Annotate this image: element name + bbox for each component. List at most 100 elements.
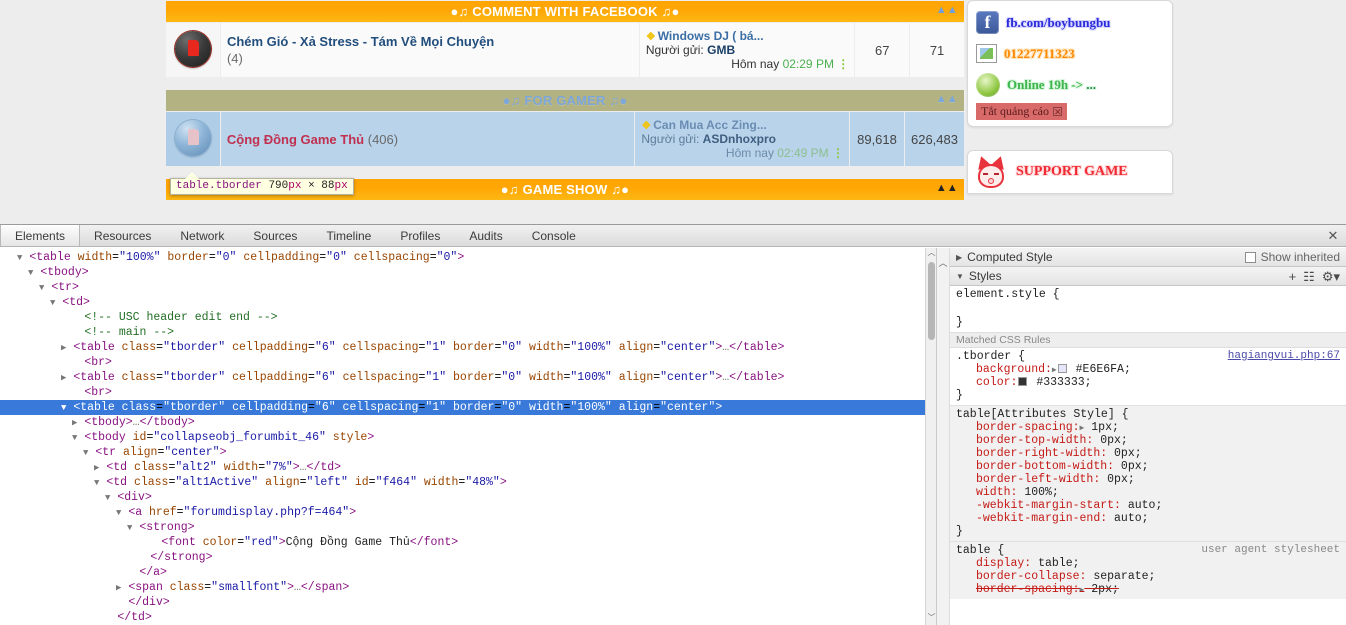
element-style-rule[interactable]: element.style { } <box>950 286 1346 332</box>
css-source-link[interactable]: hagiangvui.php:67 <box>1228 350 1340 362</box>
tab-timeline[interactable]: Timeline <box>312 225 386 246</box>
css-value[interactable]: separate; <box>1086 570 1155 583</box>
dom-node[interactable]: ▼ <table width="100%" border="0" cellpad… <box>0 250 936 265</box>
css-property[interactable]: border-top-width: 0px; <box>956 434 1340 447</box>
css-value[interactable]: table; <box>1031 557 1079 570</box>
dom-node[interactable]: ▶ </a> <box>0 565 936 580</box>
dom-node[interactable]: ▼ <div> <box>0 490 936 505</box>
css-value[interactable]: auto; <box>1121 499 1163 512</box>
forum-icon-unread-dark[interactable] <box>174 30 211 67</box>
css-property[interactable]: border-spacing:▶ 2px; <box>956 583 1340 596</box>
styles-section-header[interactable]: ▼ Styles + ☷ ⚙▾ <box>950 267 1346 286</box>
twisty-icon[interactable]: ▶ <box>116 583 121 593</box>
twisty-icon[interactable]: ▼ <box>39 283 44 293</box>
collapse-chevron-icon[interactable]: ▲▲ <box>936 91 958 108</box>
lastpost-poster-name[interactable]: ASDnhoxpro <box>703 132 776 146</box>
css-value[interactable]: #E6E6FA; <box>1069 363 1131 376</box>
dom-node[interactable]: ▼ <tbody id="collapseobj_forumbit_46" st… <box>0 430 936 445</box>
css-rule-block[interactable]: hagiangvui.php:67 .tborder {background:▶ … <box>950 348 1346 405</box>
dom-node[interactable]: ▶ </strong> <box>0 550 936 565</box>
tab-sources[interactable]: Sources <box>239 225 312 246</box>
lastpost-goto-icon[interactable]: ⋮ <box>837 57 849 71</box>
css-property[interactable]: display: table; <box>956 557 1340 570</box>
css-property[interactable]: border-bottom-width: 0px; <box>956 460 1340 473</box>
css-property[interactable]: -webkit-margin-end: auto; <box>956 512 1340 525</box>
twisty-icon[interactable]: ▼ <box>17 253 22 263</box>
forum-link[interactable]: Cộng Đồng Game Thủ (406) <box>227 131 628 148</box>
dom-node[interactable]: ▼ <tr> <box>0 280 936 295</box>
scrollbar-thumb[interactable] <box>928 262 935 340</box>
tab-audits[interactable]: Audits <box>455 225 517 246</box>
tab-profiles[interactable]: Profiles <box>386 225 455 246</box>
css-value[interactable]: auto; <box>1107 512 1149 525</box>
dom-node[interactable]: ▶ </td> <box>0 610 936 625</box>
element-state-icon[interactable]: ☷ <box>1303 267 1315 286</box>
dom-node[interactable]: ▼ <tbody> <box>0 265 936 280</box>
css-property[interactable]: -webkit-margin-start: auto; <box>956 499 1340 512</box>
dom-node[interactable]: ▶ <td class="alt2" width="7%">…</td> <box>0 460 936 475</box>
facebook-icon[interactable]: f <box>976 11 999 34</box>
scroll-down-arrow-icon[interactable]: ﹀ <box>926 613 936 625</box>
twisty-icon[interactable]: ▼ <box>105 493 110 503</box>
css-value[interactable]: 100%; <box>1017 486 1059 499</box>
dom-node[interactable]: ▶ <table class="tborder" cellpadding="6"… <box>0 370 936 385</box>
lastpost-title-link[interactable]: ❖ Windows DJ ( bá... <box>646 29 848 43</box>
scroll-up-arrow-icon[interactable]: ︿ <box>926 248 936 260</box>
collapse-chevron-icon[interactable]: ▲▲ <box>936 2 958 19</box>
dom-node[interactable]: ▶ <br> <box>0 355 936 370</box>
css-property[interactable]: color: #333333; <box>956 376 1340 389</box>
twisty-icon[interactable]: ▼ <box>28 268 33 278</box>
twisty-icon[interactable]: ▼ <box>83 448 88 458</box>
twisty-icon[interactable]: ▼ <box>61 403 66 413</box>
ad-box-support-game[interactable]: SUPPORT GAME <box>967 150 1173 194</box>
dom-node[interactable]: ▼ <tr align="center"> <box>0 445 936 460</box>
collapse-chevron-icon[interactable]: ▲▲ <box>936 180 958 197</box>
forum-icon-unread-blue[interactable] <box>174 119 211 156</box>
lastpost-title-link[interactable]: ❖ Can Mua Acc Zing... <box>641 118 843 132</box>
css-rule-block[interactable]: user agent stylesheet table {display: tab… <box>950 541 1346 599</box>
dom-node[interactable]: ▶ <font color="red">Cộng Đồng Game Thủ</… <box>0 535 936 550</box>
twisty-icon[interactable]: ▼ <box>50 298 55 308</box>
forum-link[interactable]: Chém Gió - Xả Stress - Tám Về Mọi Chuyện… <box>227 33 633 67</box>
twisty-icon[interactable]: ▼ <box>127 523 132 533</box>
css-value[interactable]: 0px; <box>1114 460 1149 473</box>
css-property[interactable]: border-left-width: 0px; <box>956 473 1340 486</box>
dom-node[interactable]: ▶ </div> <box>0 595 936 610</box>
dom-node[interactable]: ▶ <span class="smallfont">…</span> <box>0 580 936 595</box>
sidebar-collapse-handle[interactable]: ︿ <box>937 248 950 625</box>
color-swatch[interactable] <box>1057 364 1067 373</box>
css-value[interactable]: 0px; <box>1093 434 1128 447</box>
dom-node[interactable]: ▶ <br> <box>0 385 936 400</box>
css-value[interactable]: #333333; <box>1029 376 1091 389</box>
dom-node[interactable]: ▶ <!-- main --> <box>0 325 936 340</box>
twisty-icon[interactable]: ▶ <box>61 343 66 353</box>
dom-node[interactable]: ▼ <strong> <box>0 520 936 535</box>
lastpost-poster-name[interactable]: GMB <box>707 43 735 57</box>
show-inherited-checkbox[interactable] <box>1244 251 1256 263</box>
tab-resources[interactable]: Resources <box>80 225 166 246</box>
expand-triangle-icon[interactable]: ▶ <box>1052 366 1057 375</box>
dom-node[interactable]: ▶ <!-- USC header edit end --> <box>0 310 936 325</box>
tab-network[interactable]: Network <box>166 225 239 246</box>
ad-row-phone[interactable]: 01227711323 <box>976 38 1164 69</box>
close-devtools-button[interactable]: ✕ <box>1320 225 1346 246</box>
dom-node[interactable]: ▼ <td class="alt1Active" align="left" id… <box>0 475 936 490</box>
css-property[interactable]: width: 100%; <box>956 486 1340 499</box>
twisty-icon[interactable]: ▶ <box>94 463 99 473</box>
dom-node[interactable]: ▼ <a href="forumdisplay.php?f=464"> <box>0 505 936 520</box>
lastpost-goto-icon[interactable]: ⋮ <box>832 146 844 160</box>
close-icon[interactable]: ✕ <box>1052 107 1062 117</box>
css-rule-block[interactable]: table[Attributes Style] {border-spacing:… <box>950 405 1346 541</box>
dom-node[interactable]: ▼ <td> <box>0 295 936 310</box>
css-value[interactable]: 1px; <box>1084 421 1119 434</box>
css-value[interactable]: 0px; <box>1100 473 1135 486</box>
category-bar-for-gamer[interactable]: ●♫ FOR GAMER ♫● ▲▲ <box>166 90 964 111</box>
gear-icon[interactable]: ⚙▾ <box>1322 267 1340 286</box>
dom-node-selected[interactable]: ▼ <table class="tborder" cellpadding="6"… <box>0 400 936 415</box>
computed-style-section-header[interactable]: ▶ Computed Style Show inherited <box>950 248 1346 267</box>
category-bar-comment-with-facebook[interactable]: ●♫ COMMENT WITH FACEBOOK ♫● ▲▲ <box>166 1 964 22</box>
ad-row-online[interactable]: Online 19h -> ... <box>976 69 1164 100</box>
color-swatch[interactable] <box>1018 377 1028 386</box>
css-property[interactable]: border-spacing:▶ 1px; <box>956 421 1340 434</box>
twisty-icon[interactable]: ▼ <box>72 433 77 443</box>
